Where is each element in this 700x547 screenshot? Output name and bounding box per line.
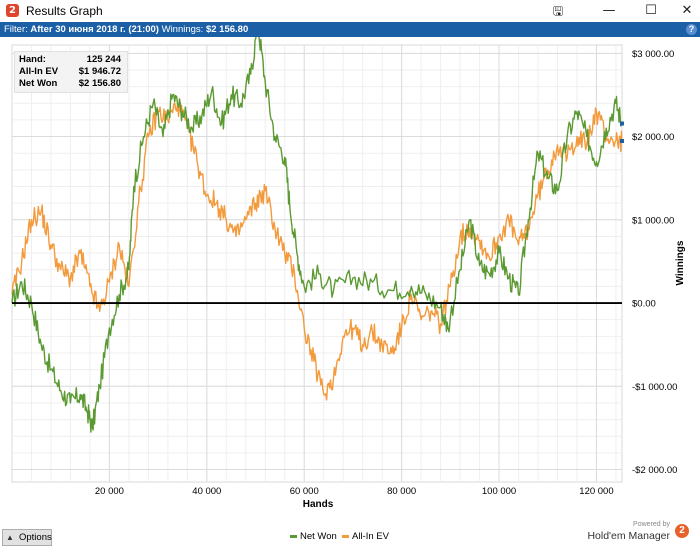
stat-row-allin-ev: All-In EV $1 946.72: [19, 66, 123, 78]
holdem-manager-brand-icon: 2: [675, 524, 689, 538]
close-icon[interactable]: ✕: [664, 0, 700, 22]
x-tick-label: 60 000: [290, 486, 319, 497]
legend-swatch-net-won: [290, 535, 297, 538]
holdem-manager-logo-icon: 2: [6, 4, 19, 17]
filter-prefix: Filter:: [4, 24, 28, 35]
y-tick-label: $3 000.00: [632, 49, 674, 60]
y-tick-label: $0.00: [632, 299, 656, 310]
stat-label-net-won: Net Won: [19, 78, 58, 89]
stat-label-hands: Hand:: [19, 54, 46, 65]
y-tick-label: $2 000.00: [632, 132, 674, 143]
filter-value: After 30 июня 2018 г. (21:00): [30, 24, 159, 35]
results-graph: $3 000.00 $2 000.00 $1 000.00 $0.00 -$1 000.…: [0, 23, 700, 527]
window-title: Results Graph: [26, 4, 103, 18]
help-icon[interactable]: ?: [686, 24, 697, 35]
legend-label-net-won: Net Won: [300, 531, 337, 542]
x-tick-label: 120 000: [579, 486, 613, 497]
options-button[interactable]: ▲ Options: [2, 529, 52, 546]
title-bar: 2 Results Graph 🖫 — ☐ ✕: [0, 0, 700, 23]
x-tick-label: 40 000: [192, 486, 221, 497]
minimize-icon[interactable]: —: [586, 0, 632, 22]
options-label: Options: [19, 532, 52, 543]
chart-svg: $3 000.00 $2 000.00 $1 000.00 $0.00 -$1 000.…: [11, 23, 686, 510]
net-won-end-marker: [620, 121, 624, 126]
stat-label-allin-ev: All-In EV: [19, 66, 59, 77]
stat-value-net-won: $2 156.80: [78, 78, 121, 89]
all-in-ev-end-marker: [620, 138, 624, 143]
brand-name: Hold'em Manager: [587, 530, 670, 542]
stat-value-hands: 125 244: [86, 54, 121, 65]
x-tick-label: 20 000: [95, 486, 124, 497]
plot-area: [11, 44, 623, 483]
x-tick-label: 100 000: [482, 486, 516, 497]
stat-row-net-won: Net Won $2 156.80: [19, 78, 123, 90]
winnings-label: Winnings:: [161, 24, 204, 35]
y-axis-title: Winnings: [675, 240, 686, 285]
filter-bar: Filter: After 30 июня 2018 г. (21:00) Wi…: [0, 22, 700, 37]
y-tick-label: -$2 000.00: [632, 465, 677, 476]
winnings-value: $2 156.80: [205, 24, 249, 35]
legend-swatch-all-in-ev: [342, 535, 349, 538]
x-tick-label: 80 000: [387, 486, 416, 497]
powered-by-label: Powered by: [633, 521, 670, 528]
save-graph-icon[interactable]: 🖫: [540, 0, 576, 22]
x-axis-title: Hands: [303, 499, 334, 510]
y-tick-label: -$1 000.00: [632, 382, 677, 393]
stat-value-allin-ev: $1 946.72: [78, 66, 121, 77]
filter-text[interactable]: Filter: After 30 июня 2018 г. (21:00) Wi…: [4, 22, 248, 37]
options-arrow-icon: ▲: [6, 533, 14, 542]
legend-label-all-in-ev: All-In EV: [352, 531, 389, 542]
stat-row-hands: Hand: 125 244: [19, 54, 123, 66]
bottom-bar: ▲ Options Net Won All-In EV Powered by H…: [0, 521, 700, 547]
y-tick-label: $1 000.00: [632, 215, 674, 226]
stats-box: Hand: 125 244 All-In EV $1 946.72 Net Wo…: [14, 51, 128, 93]
